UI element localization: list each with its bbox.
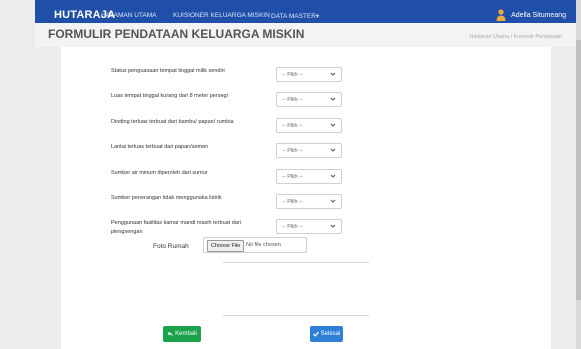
select-value: -- Pilih -- [282,148,303,154]
back-button[interactable]: Kembali [163,326,201,342]
breadcrumb: Halaman Utama / Formulir Pendataan [469,34,562,40]
user-icon [496,9,506,21]
chevron-down-icon [330,174,336,178]
scrollbar-thumb[interactable] [576,40,581,300]
select-value: -- Pilih -- [282,199,303,205]
select-value: -- Pilih -- [282,224,303,230]
finish-button[interactable]: Selesai [310,326,343,342]
nav-kuisioner[interactable]: KUISIONER KELUARGA MISKIN [173,12,270,19]
question-select[interactable]: -- Pilih -- [276,169,342,184]
chevron-down-icon: ▾ [315,13,320,20]
chevron-down-icon [330,199,336,203]
select-value: -- Pilih -- [282,123,303,129]
question-label: Sumber penerangan tidak menggunaka listr… [111,195,222,201]
question-select[interactable]: -- Pilih -- [276,118,342,133]
select-value: -- Pilih -- [282,72,303,78]
chevron-down-icon [330,148,336,152]
scrollbar[interactable] [576,0,581,349]
divider [223,315,369,316]
question-label: Sumber air minum diperoleh dari sumur [111,170,208,176]
select-value: -- Pilih -- [282,174,303,180]
question-select[interactable]: -- Pilih -- [276,219,342,234]
select-value: -- Pilih -- [282,97,303,103]
nav-halaman-utama[interactable]: HALAMAN UTAMA [101,12,157,19]
back-arrow-icon [167,331,173,337]
question-select[interactable]: -- Pilih -- [276,92,342,107]
question-select[interactable]: -- Pilih -- [276,143,342,158]
chevron-down-icon [330,72,336,76]
user-name: Adella Situmeang [511,11,566,19]
page-title: FORMULIR PENDATAAN KELUARGA MISKIN [48,27,305,41]
nav-data-master-label: DATA MASTER [271,13,316,20]
page-header: FORMULIR PENDATAAN KELUARGA MISKIN Halam… [35,23,576,47]
back-button-label: Kembali [175,331,197,337]
nav-data-master[interactable]: DATA MASTER▾ [271,12,319,20]
finish-button-label: Selesai [320,331,341,337]
photo-label: Foto Rumah [153,243,189,250]
question-label: Luas tempat tinggal kurang dari 8 meter … [111,93,228,99]
chevron-down-icon [330,97,336,101]
question-select[interactable]: -- Pilih -- [276,67,342,82]
question-label: Status penguasaan tempat tinggal milik s… [111,68,225,74]
choose-file-button[interactable]: Choose File [207,240,245,252]
chevron-down-icon [330,224,336,228]
check-icon [312,331,319,337]
photo-file-input[interactable]: Choose File No file chosen [203,237,307,253]
question-label: Lantai terluas terbuat dari papan/semen [111,144,209,150]
question-label: Penggunaan fasilitas kamar mandi masih t… [111,220,241,235]
question-select[interactable]: -- Pilih -- [276,194,342,209]
chevron-down-icon [330,123,336,127]
divider [223,262,369,263]
question-label: Dinding terluas terbuat dari bambu/ papa… [111,119,234,125]
no-file-text: No file chosen [246,242,281,248]
user-menu[interactable]: Adella Situmeang [496,9,566,21]
